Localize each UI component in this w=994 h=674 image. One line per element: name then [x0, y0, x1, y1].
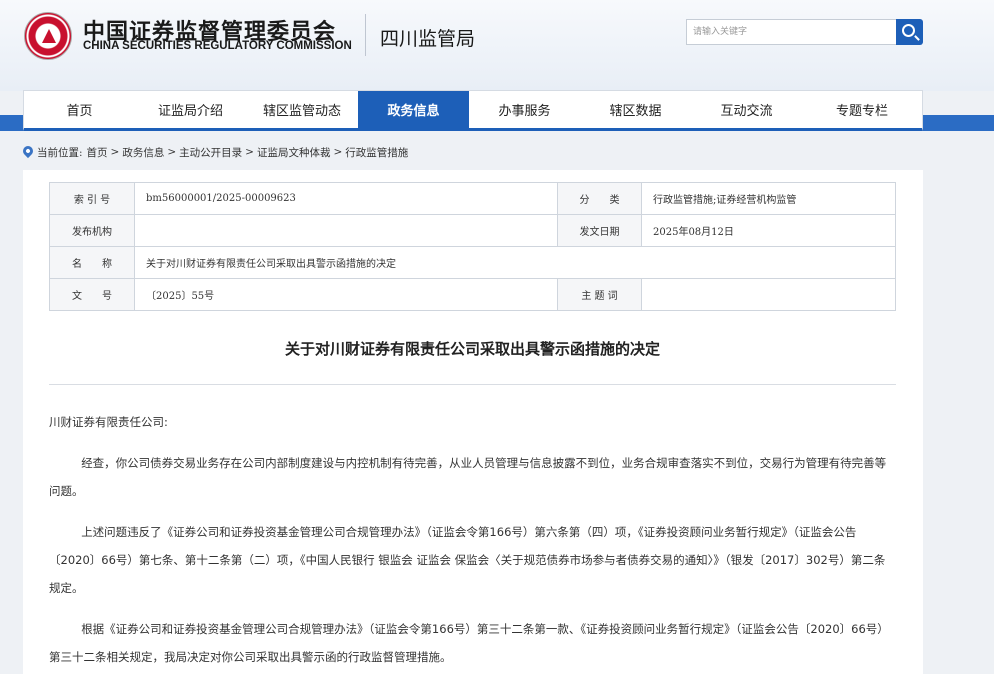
meta-row: 文 号 〔2025〕55号 主 题 词	[49, 278, 896, 311]
content-panel: 索 引 号 bm56000001/2025-00009623 分 类 行政监管措…	[23, 170, 923, 674]
nav-item-interaction[interactable]: 互动交流	[691, 91, 802, 128]
logo-divider	[365, 14, 366, 56]
location-pin-icon	[20, 143, 36, 159]
document-paragraph: 经查，你公司债券交易业务存在公司内部制度建设与内控机制有待完善，从业人员管理与信…	[49, 456, 887, 498]
meta-label-name: 名 称	[49, 246, 135, 279]
nav-item-government-info[interactable]: 政务信息	[358, 91, 469, 128]
search-icon	[902, 24, 915, 37]
meta-label-date: 发文日期	[557, 214, 642, 247]
search-button[interactable]	[896, 19, 923, 45]
meta-row: 发布机构 发文日期 2025年08月12日	[49, 214, 896, 247]
meta-value-name: 关于对川财证券有限责任公司采取出具警示函措施的决定	[134, 246, 896, 279]
bureau-name: 四川监管局	[380, 28, 476, 50]
csrc-emblem-icon[interactable]	[24, 12, 72, 60]
meta-value-subject	[641, 278, 896, 311]
document-addressee: 川财证券有限责任公司:	[49, 415, 168, 429]
meta-row: 名 称 关于对川财证券有限责任公司采取出具警示函措施的决定	[49, 246, 896, 279]
breadcrumb-disclosure-catalog[interactable]: 主动公开目录	[179, 145, 242, 160]
document-title: 关于对川财证券有限责任公司采取出具警示函措施的决定	[284, 340, 660, 358]
breadcrumb-separator: >	[333, 146, 343, 158]
meta-value-index: bm56000001/2025-00009623	[134, 182, 558, 215]
meta-row: 索 引 号 bm56000001/2025-00009623 分 类 行政监管措…	[49, 182, 896, 215]
meta-value-date: 2025年08月12日	[641, 214, 896, 247]
breadcrumb-document-types[interactable]: 证监局文种体裁	[257, 145, 331, 160]
nav-item-special-topics[interactable]: 专题专栏	[802, 91, 922, 128]
meta-label-docno: 文 号	[49, 278, 135, 311]
nav-item-home[interactable]: 首页	[24, 91, 135, 128]
document-body: 川财证券有限责任公司: 经查，你公司债券交易业务存在公司内部制度建设与内控机制有…	[49, 408, 896, 674]
breadcrumb-separator: >	[110, 146, 120, 158]
meta-label-category: 分 类	[557, 182, 642, 215]
breadcrumb-separator: >	[245, 146, 254, 158]
breadcrumb-separator: >	[167, 146, 177, 158]
nav-item-regulatory-news[interactable]: 辖区监管动态	[246, 91, 358, 128]
logo-title-en[interactable]: CHINA SECURITIES REGULATORY COMMISSION	[83, 40, 352, 52]
nav-item-bureau-intro[interactable]: 证监局介绍	[135, 91, 246, 128]
meta-label-index: 索 引 号	[49, 182, 135, 215]
site-header: 中国证券监督管理委员会 CHINA SECURITIES REGULATORY …	[0, 0, 994, 91]
nav-item-services[interactable]: 办事服务	[469, 91, 580, 128]
meta-value-docno: 〔2025〕55号	[134, 278, 558, 311]
meta-value-category: 行政监管措施;证券经营机构监管	[641, 182, 896, 215]
meta-label-issuer: 发布机构	[49, 214, 135, 247]
breadcrumb-admin-measures[interactable]: 行政监管措施	[345, 145, 408, 160]
title-divider	[49, 384, 896, 385]
breadcrumb: 当前位置: 首页 > 政务信息 > 主动公开目录 > 证监局文种体裁 > 行政监…	[20, 143, 408, 160]
document-meta-table: 索 引 号 bm56000001/2025-00009623 分 类 行政监管措…	[49, 182, 896, 311]
search-input[interactable]	[686, 19, 897, 45]
meta-value-issuer	[134, 214, 558, 247]
nav-item-regional-data[interactable]: 辖区数据	[580, 91, 691, 128]
breadcrumb-prefix: 当前位置:	[37, 146, 83, 159]
main-nav: 首页 证监局介绍 辖区监管动态 政务信息 办事服务 辖区数据 互动交流 专题专栏	[23, 90, 923, 131]
document-paragraph: 根据《证券公司和证券投资基金管理公司合规管理办法》（证监会令第166号）第三十二…	[49, 622, 889, 664]
meta-label-subject: 主 题 词	[557, 278, 642, 311]
document-paragraph: 上述问题违反了《证券公司和证券投资基金管理公司合规管理办法》（证监会令第166号…	[49, 525, 886, 595]
breadcrumb-home[interactable]: 首页	[87, 145, 108, 160]
breadcrumb-government-info[interactable]: 政务信息	[122, 145, 164, 160]
